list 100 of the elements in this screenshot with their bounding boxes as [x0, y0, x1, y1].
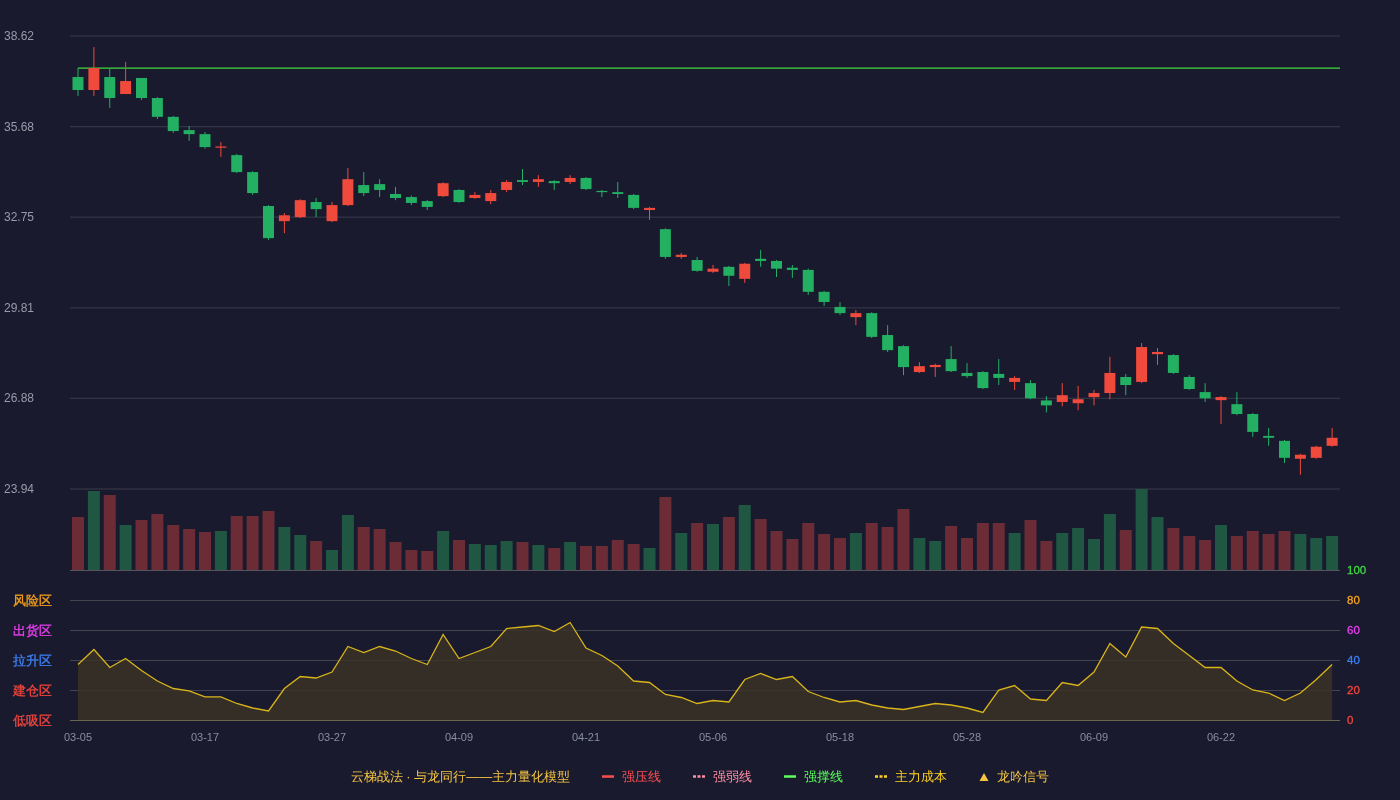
axis-label: 38.62	[4, 29, 35, 43]
candlestick	[1136, 342, 1148, 384]
legend-label[interactable]: 龙吟信号	[997, 766, 1050, 787]
candlestick	[342, 167, 354, 207]
legend-label[interactable]: 强撑线	[804, 766, 844, 787]
candlestick	[1231, 391, 1243, 416]
zone-label: 拉升区	[13, 653, 52, 668]
candlestick	[1056, 382, 1068, 407]
volume-bar	[1310, 538, 1323, 570]
candlestick	[850, 309, 862, 326]
volume-bar	[278, 527, 291, 570]
zone-label: 风险区	[13, 593, 52, 608]
volume-bar	[1294, 534, 1307, 570]
volume-bar	[532, 545, 545, 570]
axis-label: 35.68	[4, 119, 35, 134]
candlestick	[898, 344, 909, 376]
candlestick	[659, 227, 671, 260]
axis-label: 20	[1347, 684, 1360, 696]
volume-bar	[722, 517, 735, 570]
volume-bar	[341, 515, 354, 570]
candlestick	[1310, 445, 1322, 460]
volume-bar	[865, 523, 878, 570]
candlestick	[532, 174, 544, 188]
candlestick	[136, 77, 147, 101]
candlestick	[818, 290, 830, 307]
candlestick	[628, 193, 640, 210]
volume-bar	[1246, 531, 1259, 570]
candlestick	[390, 186, 401, 201]
candlestick	[564, 174, 576, 185]
candlestick	[263, 204, 274, 241]
candlestick	[183, 125, 195, 142]
volume-bar	[881, 527, 894, 570]
volume-bar	[564, 542, 577, 570]
candlestick	[675, 252, 687, 260]
candlestick	[358, 171, 370, 197]
candlestick	[247, 170, 259, 196]
date-label: 03-27	[317, 731, 347, 743]
candlestick	[215, 141, 227, 158]
axis-label: 23.94	[4, 482, 35, 496]
candlestick	[755, 249, 767, 268]
candlestick	[485, 189, 497, 205]
candlestick	[326, 201, 338, 223]
volume-bar	[1040, 541, 1053, 570]
legend-label[interactable]: 主力成本	[895, 766, 948, 787]
candlestick	[151, 96, 163, 120]
date-label: 04-09	[444, 731, 474, 743]
candlestick	[437, 181, 449, 198]
volume-bar	[707, 524, 719, 570]
volume-bar	[500, 541, 513, 570]
candlestick	[644, 206, 655, 221]
legend-label[interactable]: 强压线	[622, 766, 662, 787]
volume-bar	[389, 542, 402, 570]
volume-bar	[135, 520, 148, 570]
candlestick	[1120, 373, 1132, 396]
volume-bar	[1199, 540, 1212, 570]
volume-bar	[310, 541, 323, 570]
volume-bar	[595, 546, 608, 570]
volume-bar	[1103, 514, 1116, 570]
candlestick	[739, 262, 751, 284]
volume-bar	[770, 531, 783, 570]
date-label: 06-22	[1206, 731, 1236, 743]
volume-bar	[214, 531, 227, 570]
volume-bar	[1088, 539, 1100, 570]
candlestick	[1183, 374, 1195, 391]
candlestick	[771, 259, 782, 278]
candlestick	[1263, 427, 1275, 447]
volume-bar	[961, 538, 973, 570]
date-label: 05-06	[698, 731, 728, 743]
volume-bar	[262, 511, 275, 570]
volume-bar	[72, 517, 84, 570]
candlestick	[453, 188, 465, 204]
legend-label[interactable]: 强弱线	[713, 766, 753, 787]
candlestick	[72, 67, 84, 97]
legend-title: 云梯战法 · 与龙同行——主力量化模型	[350, 767, 571, 786]
volume-bar	[468, 544, 481, 570]
axis-label: 100	[1347, 564, 1367, 576]
axis-label: 40	[1347, 654, 1360, 666]
candlestick	[929, 363, 941, 378]
volume-bar	[834, 538, 846, 570]
axis-label: 0	[1347, 714, 1354, 726]
candlestick	[707, 264, 719, 274]
volume-bar	[516, 542, 529, 570]
volume-bar	[945, 526, 958, 570]
volume-bar	[484, 545, 497, 570]
candlestick	[786, 264, 798, 279]
volume-bar	[548, 548, 561, 570]
volume-bar	[453, 540, 465, 570]
volume-bar	[405, 550, 418, 570]
volume-bar	[643, 548, 656, 570]
candlestick	[913, 361, 925, 374]
candlestick	[1326, 427, 1338, 448]
candlestick	[834, 301, 846, 316]
candlestick	[1009, 375, 1021, 391]
zone-label: 建仓区	[13, 683, 52, 698]
candlestick	[612, 181, 624, 199]
candlestick	[882, 324, 894, 353]
volume-bar	[897, 509, 910, 570]
volume-bar	[818, 534, 831, 570]
candlestick	[691, 256, 703, 273]
date-label: 05-18	[825, 731, 855, 743]
